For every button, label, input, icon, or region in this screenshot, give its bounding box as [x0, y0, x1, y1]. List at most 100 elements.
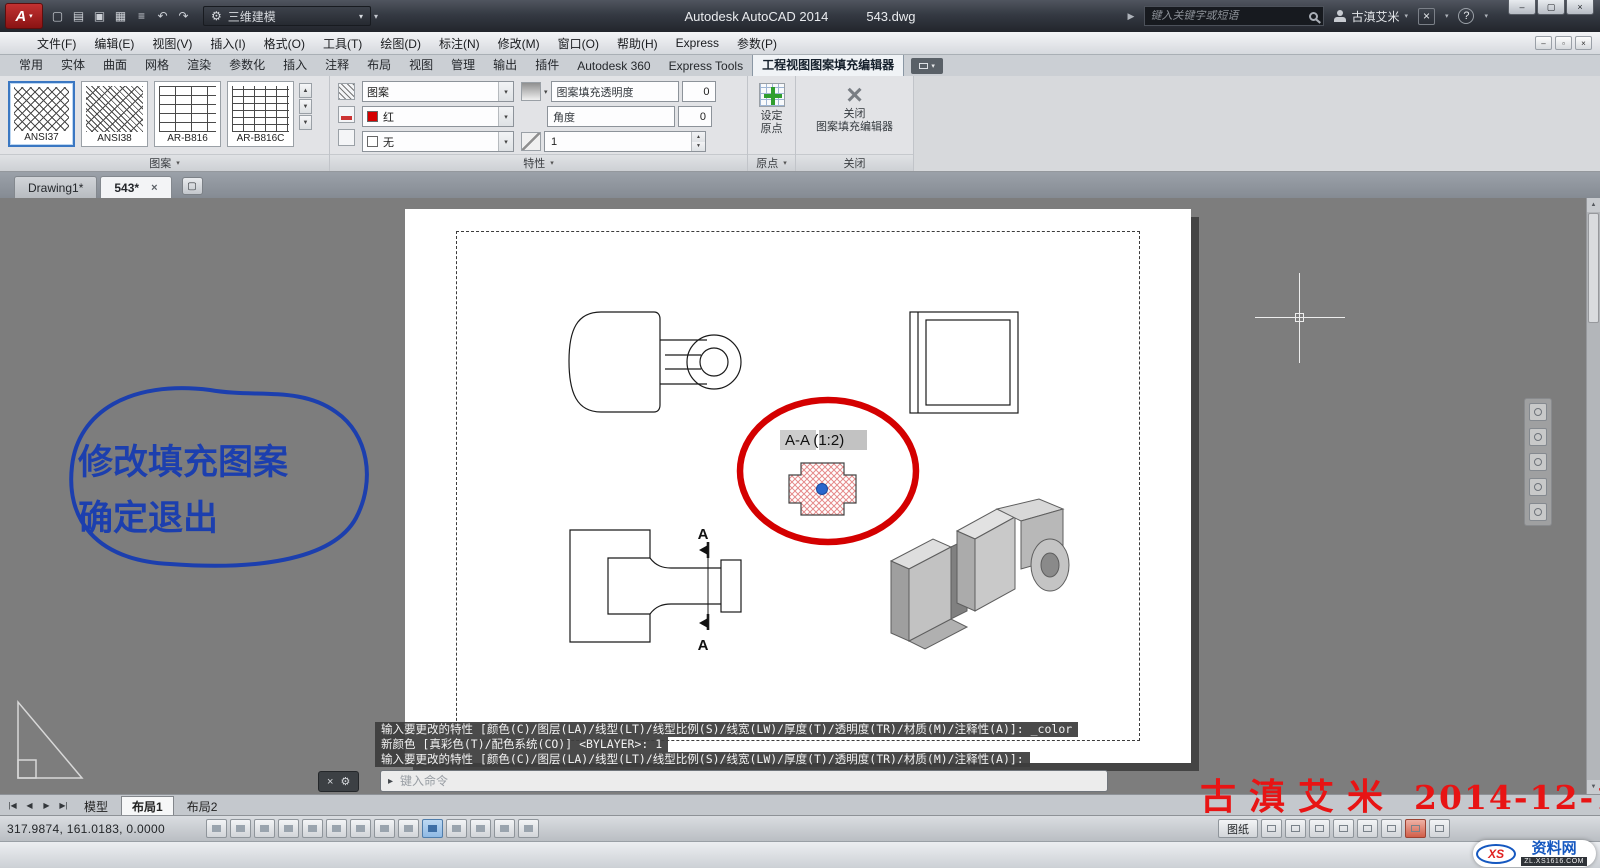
background-color-dropdown[interactable]: 无 ▾ [362, 131, 514, 152]
pattern-ar-b816c[interactable]: AR-B816C [227, 81, 294, 147]
dynamic-input-toggle[interactable] [422, 819, 443, 838]
origin-panel-title[interactable]: 原点 ▾ [748, 154, 795, 171]
pattern-ansi37[interactable]: ANSI37 [8, 81, 75, 147]
ribbon-display-options-button[interactable]: ▾ [911, 58, 943, 74]
maximize-button[interactable]: ▢ [1537, 0, 1565, 15]
file-tab-543[interactable]: 543* × [100, 176, 171, 198]
doc-restore-button[interactable]: ▫ [1555, 36, 1572, 50]
menu-format[interactable]: 格式(O) [255, 32, 314, 55]
transparency-toggle[interactable] [470, 819, 491, 838]
snap-mode-toggle[interactable] [230, 819, 251, 838]
dynamic-ucs-toggle[interactable] [398, 819, 419, 838]
pattern-ansi38[interactable]: ANSI38 [81, 81, 148, 147]
object-snap-tracking-toggle[interactable] [374, 819, 395, 838]
transparency-icon[interactable] [521, 82, 541, 101]
close-command-line-icon[interactable]: × [327, 776, 333, 788]
communication-center-icon[interactable]: ▾ [1445, 12, 1449, 20]
doc-minimize-button[interactable]: – [1535, 36, 1552, 50]
command-input[interactable] [400, 774, 1100, 788]
tab-output[interactable]: 输出 [484, 54, 526, 76]
gallery-up-icon[interactable]: ▲ [299, 83, 312, 98]
zoom-icon[interactable] [1529, 453, 1547, 471]
ortho-mode-toggle[interactable] [278, 819, 299, 838]
plot-icon[interactable]: ≡ [132, 7, 151, 26]
scale-spinner[interactable]: ▲ ▼ [691, 132, 705, 151]
tab-plugins[interactable]: 插件 [526, 54, 568, 76]
chevron-down-icon[interactable]: ▾ [1484, 12, 1488, 20]
tab-annotate[interactable]: 注释 [316, 54, 358, 76]
steering-wheel-icon[interactable] [1529, 403, 1547, 421]
menu-tools[interactable]: 工具(T) [314, 32, 371, 55]
gallery-down-icon[interactable]: ▼ [299, 99, 312, 114]
next-layout-icon[interactable]: ▶ [39, 801, 54, 810]
scroll-up-icon[interactable]: ▲ [1587, 198, 1600, 212]
menu-insert[interactable]: 插入(I) [201, 32, 254, 55]
workspace-switcher[interactable]: ⚙ 三维建模 ▾ [203, 6, 371, 26]
help-icon[interactable]: ? [1458, 8, 1474, 24]
tab-mesh[interactable]: 网格 [136, 54, 178, 76]
annotation-visibility-icon[interactable] [1333, 819, 1354, 838]
menu-window[interactable]: 窗口(O) [549, 32, 608, 55]
help-search-box[interactable] [1144, 6, 1324, 26]
menu-edit[interactable]: 编辑(E) [85, 32, 143, 55]
transparency-value-field[interactable]: 0 [682, 81, 716, 102]
quick-view-drawings-icon[interactable] [1285, 819, 1306, 838]
doc-close-button[interactable]: × [1575, 36, 1592, 50]
tab-parametric[interactable]: 参数化 [220, 54, 274, 76]
polar-tracking-toggle[interactable] [302, 819, 323, 838]
customize-command-line-icon[interactable]: ⚙ [340, 775, 350, 788]
menu-modify[interactable]: 修改(M) [489, 32, 549, 55]
close-tab-icon[interactable]: × [151, 182, 157, 194]
lineweight-toggle[interactable] [446, 819, 467, 838]
tab-home[interactable]: 常用 [10, 54, 52, 76]
search-expand-icon[interactable]: ▶ [1128, 11, 1135, 22]
menu-help[interactable]: 帮助(H) [608, 32, 667, 55]
menu-express[interactable]: Express [667, 33, 728, 53]
tab-layout2[interactable]: 布局2 [176, 796, 229, 815]
previous-layout-icon[interactable]: ◀ [22, 801, 37, 810]
qat-customize-icon[interactable]: ▾ [374, 12, 378, 21]
model-paper-toggle[interactable]: 图纸 [1218, 819, 1258, 838]
grid-display-toggle[interactable] [254, 819, 275, 838]
menu-view[interactable]: 视图(V) [143, 32, 201, 55]
pattern-panel-title[interactable]: 图案 ▾ [0, 154, 329, 171]
tab-hatch-editor-contextual[interactable]: 工程视图图案填充编辑器 [752, 53, 904, 76]
tab-view[interactable]: 视图 [400, 54, 442, 76]
quick-view-layouts-icon[interactable] [1261, 819, 1282, 838]
tab-solid[interactable]: 实体 [52, 54, 94, 76]
file-tab-drawing1[interactable]: Drawing1* [14, 176, 97, 198]
new-file-icon[interactable]: ▢ [48, 7, 67, 26]
annotation-scale-icon[interactable] [1309, 819, 1330, 838]
selection-cycling-toggle[interactable] [518, 819, 539, 838]
spin-up-icon[interactable]: ▲ [692, 132, 705, 142]
signed-in-user[interactable]: 古滇艾米 ▾ [1334, 8, 1408, 25]
object-snap-toggle[interactable] [326, 819, 347, 838]
chevron-down-icon[interactable]: ▾ [544, 88, 548, 96]
spin-down-icon[interactable]: ▼ [692, 142, 705, 152]
command-input-bar[interactable]: ▸ [380, 770, 1108, 792]
workspace-switching-icon[interactable] [1381, 819, 1402, 838]
3d-object-snap-toggle[interactable] [350, 819, 371, 838]
pan-icon[interactable] [1529, 428, 1547, 446]
scrollbar-thumb[interactable] [1588, 213, 1599, 323]
hatch-color-dropdown[interactable]: 红 ▾ [362, 106, 514, 127]
grip-point[interactable] [817, 484, 828, 495]
infer-constraints-toggle[interactable] [206, 819, 227, 838]
coordinate-display[interactable]: 317.9874, 161.0183, 0.0000 [7, 822, 203, 836]
tab-insert[interactable]: 插入 [274, 54, 316, 76]
tab-layout[interactable]: 布局 [358, 54, 400, 76]
close-hatch-editor-button[interactable]: × 关闭 图案填充编辑器 [796, 76, 913, 154]
tab-manage[interactable]: 管理 [442, 54, 484, 76]
menu-parametric[interactable]: 参数(P) [728, 32, 786, 55]
close-button[interactable]: × [1566, 0, 1594, 15]
menu-dimension[interactable]: 标注(N) [430, 32, 489, 55]
autodesk-exchange-icon[interactable]: × [1418, 8, 1435, 25]
open-file-icon[interactable]: ▤ [69, 7, 88, 26]
showmotion-icon[interactable] [1529, 503, 1547, 521]
tab-layout1[interactable]: 布局1 [121, 796, 174, 815]
chevron-down-icon[interactable]: ▾ [498, 132, 513, 151]
hatch-type-dropdown[interactable]: 图案 ▾ [362, 81, 514, 102]
chevron-down-icon[interactable]: ▾ [498, 82, 513, 101]
save-as-icon[interactable]: ▦ [111, 7, 130, 26]
tab-render[interactable]: 渲染 [178, 54, 220, 76]
